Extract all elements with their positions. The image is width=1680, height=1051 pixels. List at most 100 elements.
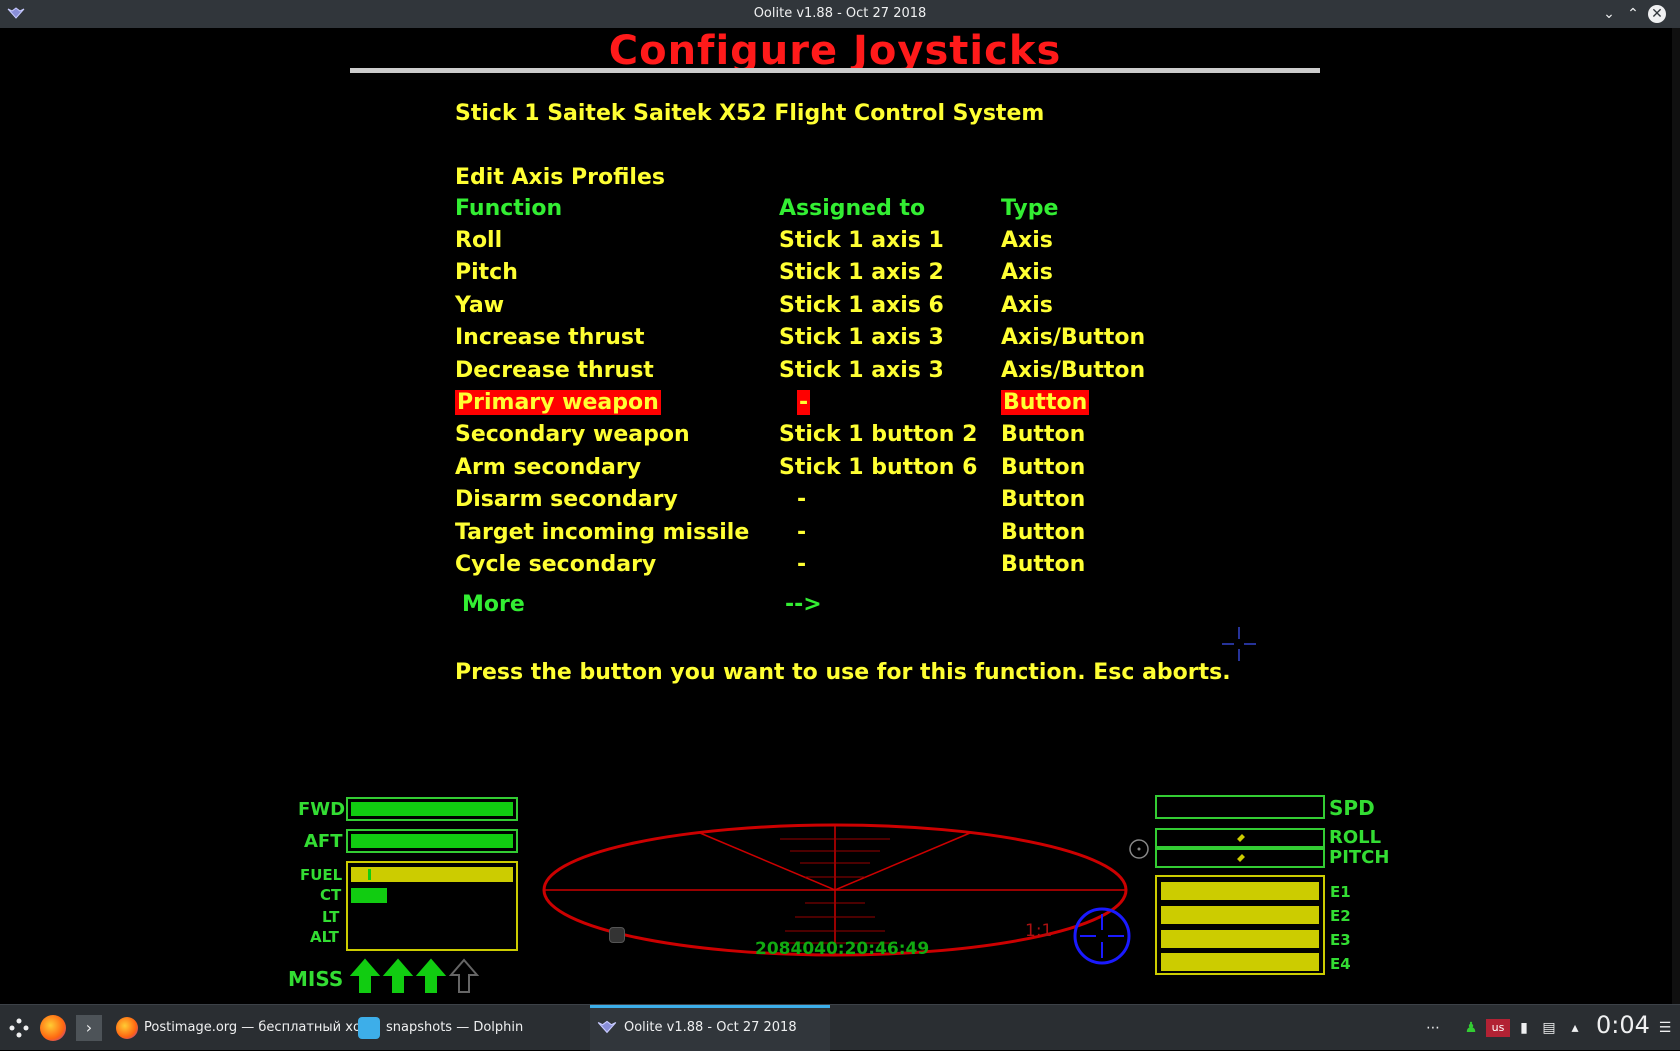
vertical-scrollbar[interactable] [1672, 28, 1680, 1004]
energy-bank-2 [1161, 906, 1319, 924]
game-viewport[interactable]: Configure Joysticks Stick 1 Saitek Saite… [0, 28, 1680, 1004]
fuel-label: FUEL [300, 866, 343, 884]
assigned-cell: Stick 1 axis 3 [779, 325, 944, 351]
type-cell: Axis [1001, 292, 1053, 318]
missiles-label: MISS [288, 967, 344, 991]
type-cell: Button [1001, 454, 1086, 480]
fwd-shield-label: FWD [298, 799, 346, 820]
table-row[interactable]: Roll Stick 1 axis 1 Axis [0, 228, 1680, 260]
column-header-function: Function [455, 196, 563, 221]
function-cell: Cycle secondary [455, 552, 657, 577]
joystick-name: Stick 1 Saitek Saitek X52 Flight Control… [455, 101, 1045, 126]
energy-bank-1-label: E1 [1330, 883, 1351, 901]
column-header-assigned: Assigned to [779, 196, 926, 221]
table-row[interactable]: Primary weapon - Button [0, 390, 1680, 422]
fuel-marker [368, 869, 371, 880]
taskbar-item-dolphin[interactable]: snapshots — Dolphin [352, 1005, 588, 1051]
type-cell: Button [1001, 422, 1086, 448]
assigned-cell: - [797, 390, 811, 415]
table-row[interactable]: Secondary weapon Stick 1 button 2 Button [0, 422, 1680, 454]
assigned-cell: Stick 1 button 2 [779, 422, 978, 448]
table-row[interactable]: Disarm secondary - Button [0, 487, 1680, 519]
table-row[interactable]: Yaw Stick 1 axis 6 Axis [0, 293, 1680, 325]
status-gauge-panel [346, 861, 518, 951]
taskbar-item-label: Oolite v1.88 - Oct 27 2018 [624, 1020, 797, 1035]
function-cell: Secondary weapon [455, 422, 690, 448]
function-cell: Decrease thrust [455, 357, 654, 383]
user-icon[interactable]: ♟ [1462, 1019, 1480, 1037]
taskbar-item-oolite[interactable]: Oolite v1.88 - Oct 27 2018 [590, 1005, 830, 1051]
missile-loaded-icon [415, 958, 447, 993]
assigned-cell: Stick 1 axis 3 [779, 357, 944, 383]
type-cell: Axis [1001, 228, 1053, 253]
firefox-launcher-icon[interactable] [40, 1015, 66, 1041]
maximize-button[interactable]: ⌃ [1624, 5, 1642, 23]
assigned-cell: Stick 1 axis 1 [779, 228, 944, 253]
taskbar-item-label: Postimage.org — бесплатный хо... [144, 1020, 374, 1035]
function-cell: Arm secondary [455, 454, 642, 480]
expand-tray-icon[interactable]: ▴ [1566, 1019, 1584, 1037]
stardate-clock: 2084040:20:46:49 [755, 939, 930, 959]
crosshair-cursor-icon [1222, 627, 1256, 661]
more-link[interactable]: More [462, 592, 525, 617]
taskbar-item-label: snapshots — Dolphin [386, 1020, 524, 1035]
energy-banks-panel [1155, 875, 1325, 975]
more-arrow[interactable]: --> [785, 592, 822, 617]
type-cell: Axis/Button [1001, 357, 1146, 383]
taskbar-item-firefox[interactable]: Postimage.org — бесплатный хо... [110, 1005, 373, 1051]
cabin-temp-fill [351, 888, 387, 903]
minimize-button[interactable]: ⌄ [1600, 5, 1618, 23]
window-title: Oolite v1.88 - Oct 27 2018 [753, 6, 927, 21]
title-divider [350, 68, 1320, 73]
table-row[interactable]: Arm secondary Stick 1 button 6 Button [0, 455, 1680, 487]
function-cell: Pitch [455, 260, 518, 286]
more-row[interactable]: More --> [0, 592, 1680, 624]
table-row[interactable]: Decrease thrust Stick 1 axis 3 Axis/Button [0, 358, 1680, 390]
clipboard-icon[interactable]: ▤ [1540, 1019, 1558, 1037]
taskbar: › Postimage.org — бесплатный хо... snaps… [0, 1004, 1680, 1051]
roll-gauge [1155, 828, 1325, 848]
oolite-icon [597, 1020, 617, 1034]
terminal-launcher-icon[interactable]: › [76, 1015, 102, 1041]
table-row[interactable]: Pitch Stick 1 axis 2 Axis [0, 260, 1680, 292]
assigned-cell: - [797, 552, 807, 577]
type-cell: Button [1001, 552, 1086, 577]
fwd-shield-gauge [346, 797, 518, 821]
function-cell: Roll [455, 228, 503, 253]
section-title: Edit Axis Profiles [455, 165, 665, 190]
energy-bank-3 [1161, 930, 1319, 948]
compass-icon [1073, 907, 1131, 965]
column-header-type: Type [1001, 196, 1059, 221]
energy-bank-3-label: E3 [1330, 931, 1351, 949]
keyboard-layout-icon[interactable]: us [1486, 1019, 1510, 1037]
more-icon[interactable]: ⋯ [1424, 1019, 1442, 1037]
energy-bank-4-label: E4 [1330, 955, 1351, 973]
laser-temp-label: LT [322, 908, 340, 926]
assigned-cell: - [797, 487, 807, 513]
missile-loaded-icon [350, 958, 381, 993]
energy-bank-1 [1161, 882, 1319, 900]
pitch-indicator [1237, 854, 1245, 862]
assigned-cell: - [797, 519, 807, 545]
close-button[interactable]: ✕ [1648, 5, 1666, 23]
application-launcher-icon[interactable] [8, 1017, 30, 1039]
table-row[interactable]: Cycle secondary - Button [0, 552, 1680, 584]
table-header: Function Assigned to Type [0, 196, 1680, 228]
missile-indicators [350, 958, 480, 993]
fuel-gauge-fill [351, 867, 513, 882]
type-cell: Button [1001, 487, 1086, 513]
menu-icon[interactable]: ☰ [1656, 1019, 1674, 1037]
usb-icon[interactable]: ▮ [1515, 1019, 1533, 1037]
missile-empty-icon [448, 958, 480, 993]
table-row[interactable]: Increase thrust Stick 1 axis 3 Axis/Button [0, 325, 1680, 357]
window-titlebar: Oolite v1.88 - Oct 27 2018 ⌄ ⌃ ✕ [0, 0, 1680, 28]
function-cell: Primary weapon [455, 390, 661, 415]
table-row[interactable]: Target incoming missile - Button [0, 520, 1680, 552]
function-cell: Target incoming missile [455, 519, 750, 545]
altitude-label: ALT [310, 928, 339, 946]
folder-icon [358, 1017, 380, 1039]
taskbar-clock[interactable]: 0:04 [1596, 1011, 1650, 1039]
type-cell: Axis [1001, 260, 1053, 286]
function-cell: Yaw [455, 292, 505, 318]
speed-gauge [1155, 795, 1325, 819]
